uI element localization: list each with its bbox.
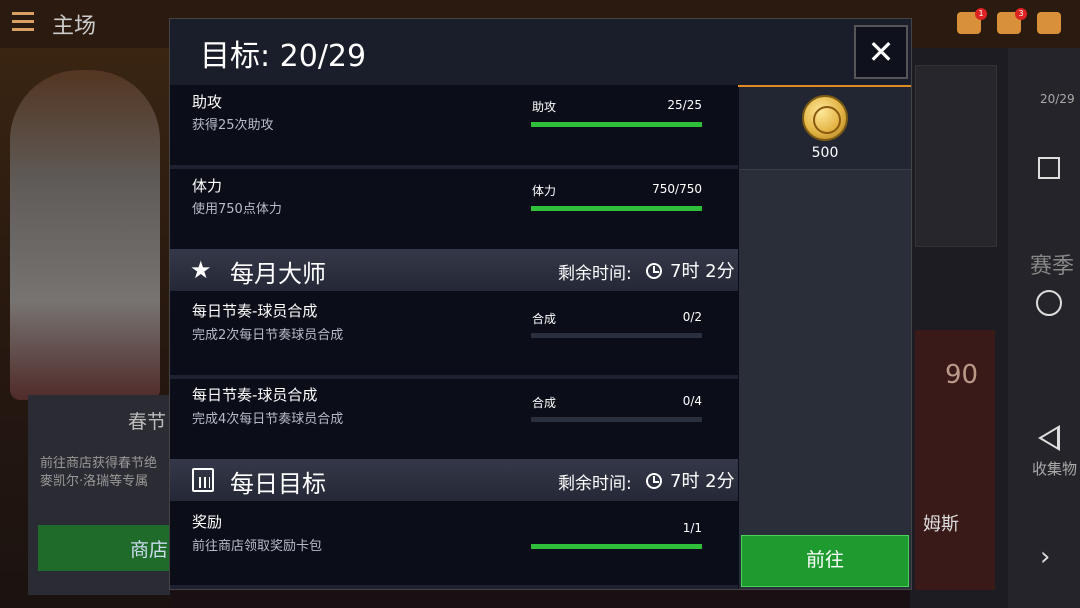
- progress-bar: [531, 333, 702, 338]
- time-left-value: 7时 2分: [670, 471, 735, 492]
- promo-card-desc: 前往商店获得春节绝 麥凯尔·洛瑞等专属: [40, 455, 157, 491]
- progress-fill: [531, 206, 702, 211]
- recents-icon[interactable]: [1038, 157, 1060, 179]
- progress-value: 750/750: [652, 182, 702, 196]
- task-name: 助攻: [192, 93, 223, 111]
- progress-bar: [531, 544, 702, 549]
- promo-desc-line-1: 前往商店获得春节绝: [40, 456, 158, 471]
- notification-badge: 1: [975, 8, 987, 20]
- side-strip: [1008, 48, 1080, 608]
- side-progress: 20/29: [1040, 92, 1075, 106]
- task-row[interactable]: 每日节奏-球员合成 完成2次每日节奏球员合成 合成 0/2: [170, 295, 738, 379]
- side-collect-label: 收集物: [1032, 460, 1078, 478]
- section-title: 每日目标: [230, 470, 326, 498]
- star-icon: ★: [190, 256, 212, 284]
- task-name: 每日节奏-球员合成: [192, 302, 318, 320]
- player-image: [10, 70, 160, 400]
- progress-fill: [531, 544, 702, 549]
- progress-bar: [531, 417, 702, 422]
- time-left-label: 剩余时间:: [558, 264, 632, 284]
- progress-value: 1/1: [682, 521, 702, 535]
- progress-value: 0/2: [682, 310, 702, 324]
- calendar-icon: [192, 468, 214, 492]
- cart-icon[interactable]: [1037, 12, 1061, 34]
- progress-bar: [531, 206, 702, 211]
- side-season-label: 赛季: [1030, 254, 1075, 279]
- store-tile[interactable]: [915, 65, 997, 247]
- reward-box: 500: [739, 87, 911, 170]
- shop-button[interactable]: 商店: [38, 525, 170, 571]
- progress-value: 0/4: [682, 394, 702, 408]
- time-left-label: 剩余时间:: [558, 474, 632, 494]
- close-button[interactable]: ✕: [854, 25, 908, 79]
- progress-label: 助攻: [532, 100, 557, 114]
- player-name: 姆斯: [923, 514, 959, 535]
- progress-label: 合成: [532, 396, 557, 410]
- promo-desc-line-2: 麥凯尔·洛瑞等专属: [40, 474, 149, 489]
- objectives-dialog: 目标: 20/29 ✕ 500 前往 助攻 获得25次助攻 助攻 25/25 体…: [169, 18, 912, 590]
- reward-amount: 500: [811, 145, 839, 161]
- task-name: 奖励: [192, 513, 223, 531]
- player-rating: 90: [945, 360, 979, 390]
- shop-button-label: 商店: [130, 539, 169, 561]
- chevron-right-icon[interactable]: ›: [1040, 542, 1050, 572]
- task-row[interactable]: 奖励 前往商店领取奖励卡包 1/1: [170, 505, 738, 589]
- header-icons: 1 3: [955, 8, 1075, 40]
- task-row[interactable]: 每日节奏-球员合成 完成4次每日节奏球员合成 合成 0/4: [170, 379, 738, 463]
- reward-column: 500 前往: [739, 87, 911, 589]
- task-name: 体力: [192, 177, 223, 195]
- time-left-value: 7时 2分: [670, 261, 735, 282]
- progress-value: 25/25: [667, 98, 702, 112]
- task-desc: 完成4次每日节奏球员合成: [192, 412, 344, 427]
- section-title: 每月大师: [230, 260, 326, 288]
- basketball-coin-icon: [802, 95, 848, 141]
- promo-card: 春节 前往商店获得春节绝 麥凯尔·洛瑞等专属 商店: [28, 395, 170, 595]
- task-row[interactable]: 助攻 获得25次助攻 助攻 25/25: [170, 85, 738, 169]
- home-icon[interactable]: [1036, 290, 1062, 316]
- clock-icon: [646, 263, 662, 279]
- task-desc: 前往商店领取奖励卡包: [192, 539, 323, 554]
- progress-bar: [531, 122, 702, 127]
- go-button[interactable]: 前往: [741, 535, 909, 587]
- mail-badge: 3: [1015, 8, 1027, 20]
- dialog-header: 目标: 20/29 ✕: [170, 19, 911, 87]
- task-desc: 完成2次每日节奏球员合成: [192, 328, 344, 343]
- menu-icon[interactable]: [12, 12, 34, 34]
- monthly-section-header: ★ 每月大师 剩余时间: 7时 2分: [170, 249, 738, 291]
- progress-fill: [531, 122, 702, 127]
- player-card-tile[interactable]: 90 姆斯: [915, 330, 995, 590]
- page-title: 主场: [52, 14, 97, 39]
- task-name: 每日节奏-球员合成: [192, 386, 318, 404]
- back-icon[interactable]: [1038, 425, 1060, 451]
- task-desc: 获得25次助攻: [192, 118, 274, 133]
- dialog-title: 目标: 20/29: [200, 39, 367, 74]
- progress-label: 合成: [532, 312, 557, 326]
- task-row[interactable]: 体力 使用750点体力 体力 750/750: [170, 169, 738, 253]
- progress-label: 体力: [532, 184, 557, 198]
- daily-section-header: 每日目标 剩余时间: 7时 2分: [170, 459, 738, 501]
- promo-card-title: 春节: [128, 411, 167, 433]
- clock-icon: [646, 473, 662, 489]
- task-desc: 使用750点体力: [192, 202, 282, 217]
